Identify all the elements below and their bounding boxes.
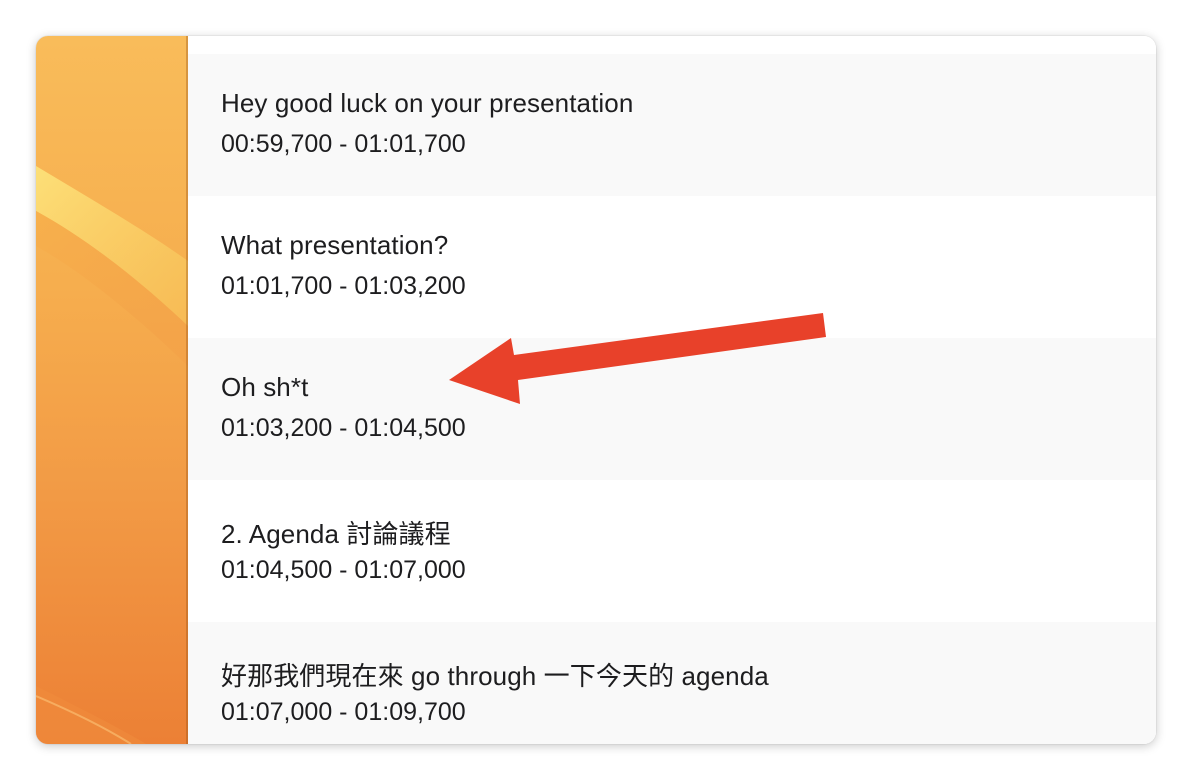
desktop-wallpaper [36,36,188,744]
subtitle-text: What presentation? [221,230,449,260]
subtitle-row[interactable]: 好那我們現在來 go through 一下今天的 agenda 01:07,00… [188,622,1156,744]
subtitle-timestamp: 01:04,500 - 01:07,000 [221,556,466,584]
app-window: Hey good luck on your presentation 00:59… [36,36,1156,744]
list-top-spacer [188,36,1156,54]
subtitle-text: 好那我們現在來 go through 一下今天的 agenda [221,661,769,691]
subtitle-timestamp: 00:59,700 - 01:01,700 [221,130,466,158]
subtitle-row[interactable]: What presentation? 01:01,700 - 01:03,200 [188,196,1156,338]
subtitle-timestamp: 01:07,000 - 01:09,700 [221,698,466,726]
subtitle-row[interactable]: 2. Agenda 討論議程 01:04,500 - 01:07,000 [188,480,1156,622]
subtitle-text: Oh sh*t [221,372,309,402]
subtitle-timestamp: 01:03,200 - 01:04,500 [221,414,466,442]
subtitle-text: 2. Agenda 討論議程 [221,519,451,549]
subtitle-timestamp: 01:01,700 - 01:03,200 [221,272,466,300]
wallpaper-wave-graphic [36,166,188,744]
subtitle-row[interactable]: Oh sh*t 01:03,200 - 01:04,500 [188,338,1156,480]
subtitle-text: Hey good luck on your presentation [221,88,634,118]
subtitle-row[interactable]: Hey good luck on your presentation 00:59… [188,54,1156,196]
subtitle-list[interactable]: Hey good luck on your presentation 00:59… [188,36,1156,744]
